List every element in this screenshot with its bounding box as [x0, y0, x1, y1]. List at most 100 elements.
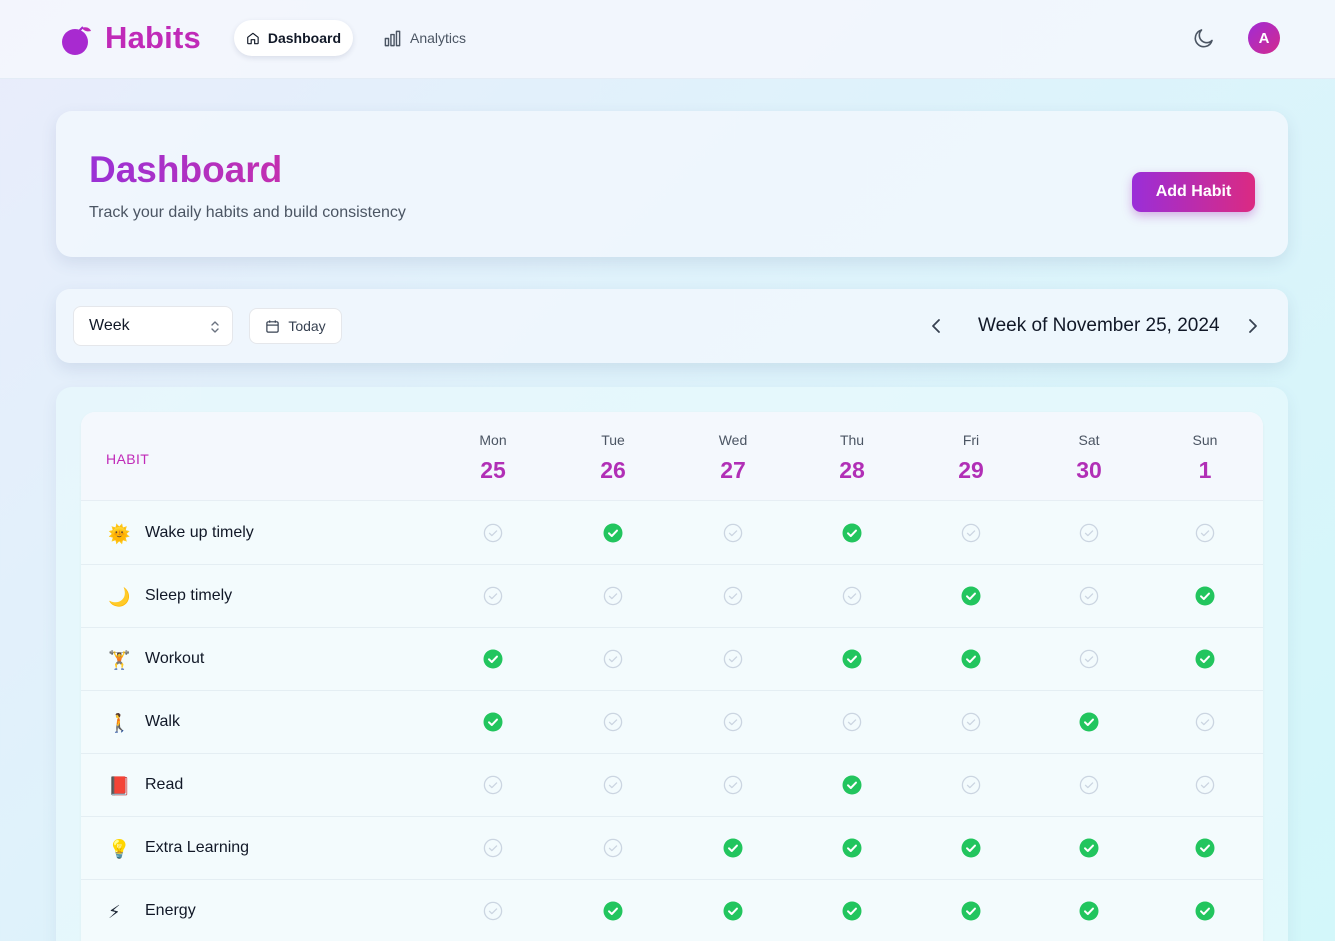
check-circle-outline-icon[interactable] — [483, 586, 503, 606]
check-circle-outline-icon[interactable] — [1079, 649, 1099, 669]
check-circle-filled-icon[interactable] — [842, 649, 862, 669]
check-circle-filled-icon[interactable] — [1195, 649, 1215, 669]
check-circle-outline-icon[interactable] — [723, 775, 743, 795]
check-circle-outline-icon[interactable] — [603, 838, 623, 858]
habit-column-header: HABIT — [106, 451, 150, 467]
check-circle-filled-icon[interactable] — [1195, 901, 1215, 921]
page-title: Dashboard — [89, 149, 283, 190]
chevron-up-down-icon — [211, 321, 219, 333]
today-label: Today — [288, 318, 326, 334]
habit-row: ⚡ Energy — [81, 880, 1263, 941]
table-header: HABIT Mon 25 Tue 26 Wed 27 Thu 28 Fri 29 Sat 30 Sun 1 — [81, 412, 1263, 501]
check-circle-outline-icon[interactable] — [483, 523, 503, 543]
check-circle-filled-icon[interactable] — [842, 523, 862, 543]
check-circle-outline-icon[interactable] — [723, 586, 743, 606]
chevron-left-icon[interactable] — [925, 314, 947, 338]
week-label: Week of November 25, 2024 — [978, 315, 1220, 336]
check-circle-filled-icon[interactable] — [842, 838, 862, 858]
check-circle-filled-icon[interactable] — [483, 712, 503, 732]
habit-row: 🏋 Workout — [81, 628, 1263, 691]
check-circle-outline-icon[interactable] — [603, 775, 623, 795]
check-circle-filled-icon[interactable] — [961, 901, 981, 921]
check-circle-filled-icon[interactable] — [961, 586, 981, 606]
check-circle-filled-icon[interactable] — [1079, 712, 1099, 732]
day-date: 1 — [1198, 457, 1212, 483]
habit-table: HABIT Mon 25 Tue 26 Wed 27 Thu 28 Fri 29 Sat 30 Sun 1… — [81, 412, 1263, 941]
lightbulb-icon: 💡 — [108, 839, 131, 859]
check-circle-filled-icon[interactable] — [1079, 901, 1099, 921]
moon-icon: 🌙 — [108, 587, 131, 607]
check-circle-filled-icon[interactable] — [961, 838, 981, 858]
habit-name[interactable]: Walk — [145, 713, 180, 731]
check-circle-outline-icon[interactable] — [1195, 712, 1215, 732]
habit-row: 💡 Extra Learning — [81, 817, 1263, 880]
view-select[interactable]: Week — [73, 306, 233, 346]
check-circle-outline-icon[interactable] — [723, 712, 743, 732]
habit-name[interactable]: Wake up timely — [145, 524, 254, 542]
day-date: 25 — [480, 457, 506, 483]
day-name: Thu — [839, 432, 865, 448]
calendar-icon — [266, 319, 280, 333]
day-date: 27 — [720, 457, 746, 483]
check-circle-outline-icon[interactable] — [1195, 523, 1215, 543]
habit-name[interactable]: Workout — [145, 650, 204, 668]
check-circle-outline-icon[interactable] — [961, 712, 981, 732]
check-circle-filled-icon[interactable] — [603, 901, 623, 921]
home-icon — [247, 32, 259, 44]
add-habit-button[interactable]: Add Habit — [1132, 172, 1255, 212]
moon-icon[interactable] — [1192, 26, 1216, 50]
habit-name[interactable]: Extra Learning — [145, 839, 249, 857]
check-circle-outline-icon[interactable] — [723, 523, 743, 543]
check-circle-outline-icon[interactable] — [961, 523, 981, 543]
habit-name[interactable]: Sleep timely — [145, 587, 232, 605]
check-circle-outline-icon[interactable] — [842, 712, 862, 732]
day-name: Tue — [601, 432, 625, 448]
check-circle-filled-icon[interactable] — [842, 775, 862, 795]
check-circle-filled-icon[interactable] — [1195, 838, 1215, 858]
check-circle-outline-icon[interactable] — [603, 586, 623, 606]
day-date: 26 — [600, 457, 626, 483]
check-circle-filled-icon[interactable] — [842, 901, 862, 921]
habit-row: 🌞 Wake up timely — [81, 502, 1263, 565]
today-button[interactable]: Today — [249, 308, 342, 344]
lightning-icon: ⚡ — [108, 902, 121, 922]
check-circle-filled-icon[interactable] — [1195, 586, 1215, 606]
chevron-right-icon[interactable] — [1242, 314, 1264, 338]
habit-name[interactable]: Energy — [145, 902, 196, 920]
dashboard-header-card: Dashboard Track your daily habits and bu… — [56, 111, 1288, 257]
check-circle-outline-icon[interactable] — [603, 649, 623, 669]
habit-name[interactable]: Read — [145, 776, 183, 794]
check-circle-outline-icon[interactable] — [1079, 586, 1099, 606]
check-circle-outline-icon[interactable] — [483, 838, 503, 858]
check-circle-outline-icon[interactable] — [1195, 775, 1215, 795]
check-circle-filled-icon[interactable] — [723, 838, 743, 858]
view-select-value: Week — [89, 317, 130, 334]
day-name: Fri — [962, 432, 980, 448]
top-navbar: Habits Dashboard Analytics A — [0, 0, 1335, 79]
logo-icon — [62, 26, 91, 55]
bar-chart-icon — [384, 30, 401, 46]
day-date: 28 — [839, 457, 865, 483]
habit-row: 📕 Read — [81, 754, 1263, 817]
check-circle-outline-icon[interactable] — [961, 775, 981, 795]
avatar[interactable]: A — [1248, 22, 1280, 54]
check-circle-outline-icon[interactable] — [603, 712, 623, 732]
check-circle-filled-icon[interactable] — [961, 649, 981, 669]
day-name: Mon — [479, 432, 507, 448]
check-circle-filled-icon[interactable] — [603, 523, 623, 543]
check-circle-outline-icon[interactable] — [483, 901, 503, 921]
walking-icon: 🚶 — [108, 713, 131, 733]
check-circle-outline-icon[interactable] — [842, 586, 862, 606]
check-circle-filled-icon[interactable] — [483, 649, 503, 669]
habit-row: 🚶 Walk — [81, 691, 1263, 754]
check-circle-outline-icon[interactable] — [1079, 775, 1099, 795]
check-circle-filled-icon[interactable] — [1079, 838, 1099, 858]
check-circle-outline-icon[interactable] — [1079, 523, 1099, 543]
tab-analytics[interactable]: Analytics — [371, 20, 481, 56]
tab-label: Analytics — [410, 30, 467, 46]
tab-dashboard[interactable]: Dashboard — [234, 20, 353, 56]
check-circle-filled-icon[interactable] — [723, 901, 743, 921]
brand-name[interactable]: Habits — [105, 20, 201, 56]
check-circle-outline-icon[interactable] — [483, 775, 503, 795]
check-circle-outline-icon[interactable] — [723, 649, 743, 669]
